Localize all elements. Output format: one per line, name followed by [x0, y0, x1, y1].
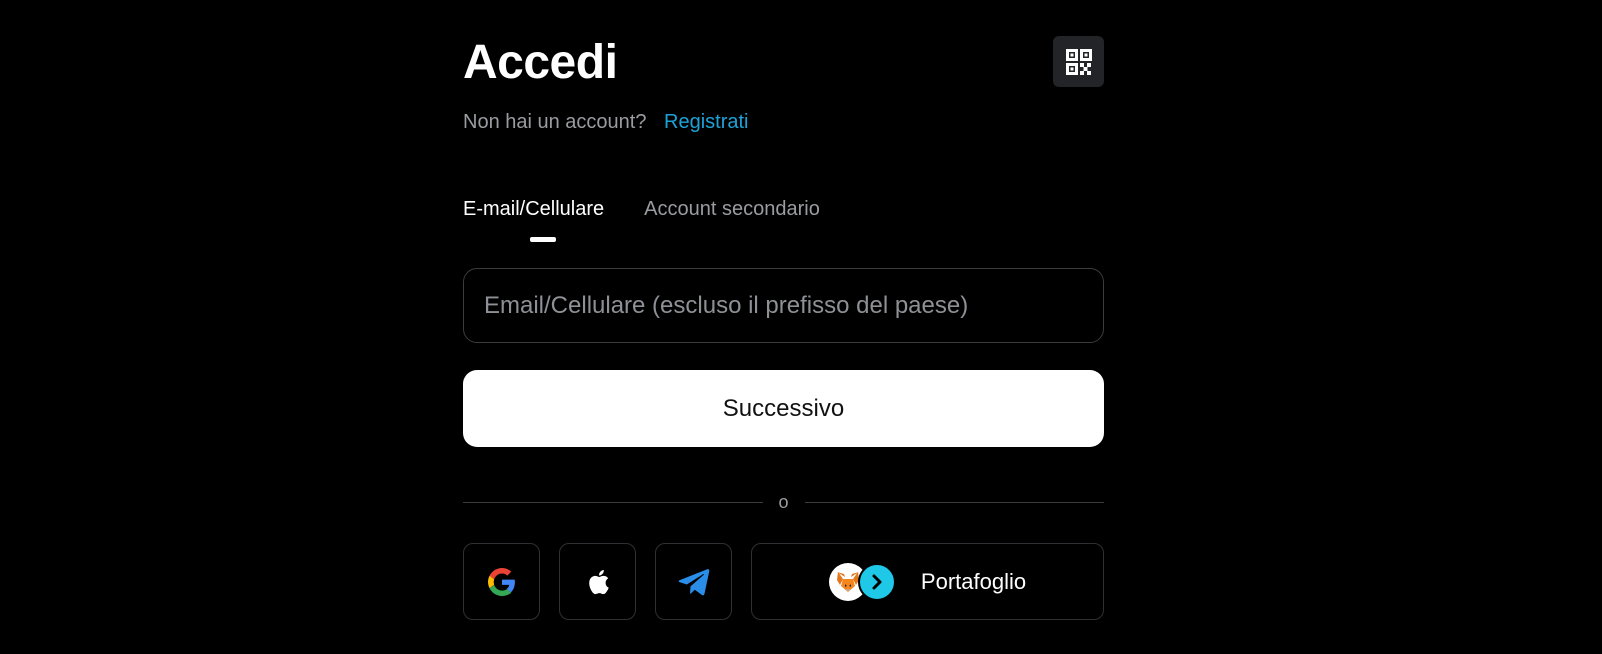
page-title: Accedi [463, 36, 618, 89]
wallet-connect-icon [857, 562, 896, 601]
wallet-login-button[interactable]: Portafoglio [751, 543, 1104, 620]
google-login-button[interactable] [463, 543, 540, 620]
signup-row: Non hai un account? Registrati [463, 109, 749, 135]
active-tab-indicator [530, 237, 556, 242]
google-icon [487, 567, 515, 596]
divider-text: o [778, 491, 789, 512]
next-button[interactable]: Successivo [463, 370, 1104, 447]
telegram-login-button[interactable] [655, 543, 732, 620]
divider-line-left [463, 501, 763, 503]
or-divider: o [463, 490, 1105, 514]
apple-icon [588, 569, 609, 594]
wallet-icons [828, 562, 897, 601]
qr-login-button[interactable] [1053, 36, 1104, 87]
qr-code-icon [1065, 48, 1092, 75]
signup-link[interactable]: Registrati [664, 111, 748, 133]
email-phone-field-wrapper [463, 268, 1104, 343]
login-panel: Accedi Non hai un account? Registrati E-… [463, 0, 1105, 654]
apple-login-button[interactable] [559, 543, 636, 620]
telegram-icon [678, 568, 709, 595]
signup-prompt: Non hai un account? [463, 111, 647, 133]
tab-email-phone[interactable]: E-mail/Cellulare [463, 196, 604, 222]
wallet-label: Portafoglio [920, 568, 1027, 594]
email-phone-input[interactable] [484, 291, 1083, 320]
divider-line-right [804, 501, 1105, 503]
login-tabs: E-mail/Cellulare Account secondario [463, 196, 820, 222]
tab-sub-account[interactable]: Account secondario [644, 196, 820, 222]
